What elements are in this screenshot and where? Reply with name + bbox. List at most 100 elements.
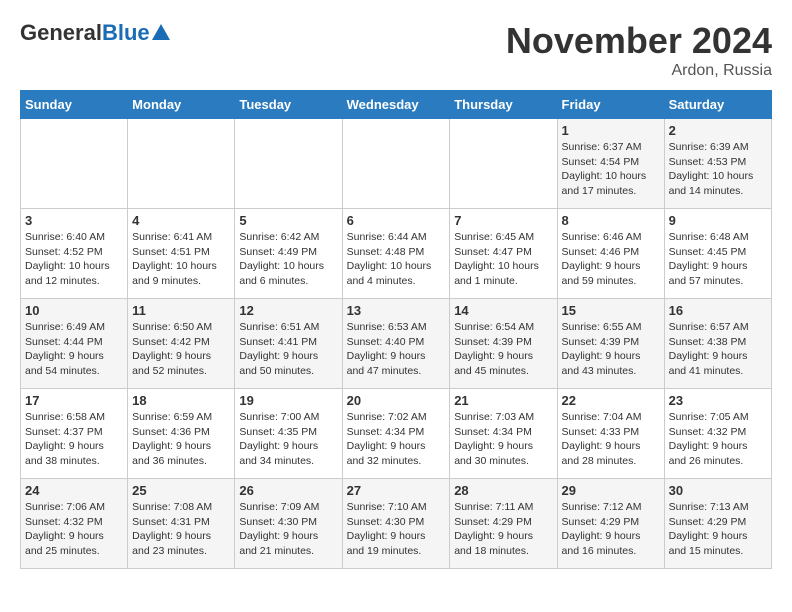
column-header-tuesday: Tuesday	[235, 91, 342, 119]
day-cell: 18Sunrise: 6:59 AMSunset: 4:36 PMDayligh…	[128, 389, 235, 479]
day-number: 15	[562, 303, 660, 318]
calendar-header-row: SundayMondayTuesdayWednesdayThursdayFrid…	[21, 91, 772, 119]
day-cell: 15 Sunrise: 6:55 AMSunset: 4:39 PMDayligh…	[557, 299, 664, 389]
day-number: 17	[25, 393, 123, 408]
day-cell: 22 Sunrise: 7:04 AMSunset: 4:33 PMDayligh…	[557, 389, 664, 479]
day-cell: 6 Sunrise: 6:44 AMSunset: 4:48 PMDaylight…	[342, 209, 450, 299]
day-number: 7	[454, 213, 552, 228]
day-cell: 11 Sunrise: 6:50 AMSunset: 4:42 PMDayligh…	[128, 299, 235, 389]
day-number: 19	[239, 393, 337, 408]
day-cell: 29 Sunrise: 7:12 AMSunset: 4:29 PMDayligh…	[557, 479, 664, 569]
day-info: Sunrise: 6:50 AMSunset: 4:42 PMDaylight:…	[132, 320, 230, 379]
day-cell: 7Sunrise: 6:45 AMSunset: 4:47 PMDaylight…	[450, 209, 557, 299]
day-info: Sunrise: 7:00 AMSunset: 4:35 PMDaylight:…	[239, 410, 337, 469]
day-cell	[235, 119, 342, 209]
day-number: 16	[669, 303, 767, 318]
day-cell: 10 Sunrise: 6:49 AMSunset: 4:44 PMDayligh…	[21, 299, 128, 389]
day-number: 8	[562, 213, 660, 228]
day-cell: 14 Sunrise: 6:54 AMSunset: 4:39 PMDayligh…	[450, 299, 557, 389]
location: Ardon, Russia	[506, 62, 772, 80]
column-header-friday: Friday	[557, 91, 664, 119]
day-info: Sunrise: 6:51 AMSunset: 4:41 PMDaylight:…	[239, 320, 337, 379]
day-number: 18	[132, 393, 230, 408]
day-info: Sunrise: 7:10 AMSunset: 4:30 PMDaylight:…	[347, 500, 446, 559]
day-info: Sunrise: 6:54 AMSunset: 4:39 PMDaylight:…	[454, 320, 552, 379]
day-number: 21	[454, 393, 552, 408]
day-number: 29	[562, 483, 660, 498]
week-row-2: 3 Sunrise: 6:40 AMSunset: 4:52 PMDaylight…	[21, 209, 772, 299]
day-cell: 9 Sunrise: 6:48 AMSunset: 4:45 PMDaylight…	[664, 209, 771, 299]
day-cell	[450, 119, 557, 209]
day-number: 28	[454, 483, 552, 498]
day-cell: 5 Sunrise: 6:42 AMSunset: 4:49 PMDaylight…	[235, 209, 342, 299]
day-number: 22	[562, 393, 660, 408]
column-header-thursday: Thursday	[450, 91, 557, 119]
day-number: 11	[132, 303, 230, 318]
day-cell: 1 Sunrise: 6:37 AMSunset: 4:54 PMDaylight…	[557, 119, 664, 209]
day-number: 12	[239, 303, 337, 318]
day-cell: 24 Sunrise: 7:06 AMSunset: 4:32 PMDayligh…	[21, 479, 128, 569]
day-number: 10	[25, 303, 123, 318]
day-info: Sunrise: 6:57 AMSunset: 4:38 PMDaylight:…	[669, 320, 767, 379]
day-number: 5	[239, 213, 337, 228]
month-title: November 2024	[506, 20, 772, 62]
column-header-monday: Monday	[128, 91, 235, 119]
day-number: 23	[669, 393, 767, 408]
day-number: 3	[25, 213, 123, 228]
day-cell: 2 Sunrise: 6:39 AMSunset: 4:53 PMDaylight…	[664, 119, 771, 209]
logo-general-text: General	[20, 20, 102, 46]
day-info: Sunrise: 6:42 AMSunset: 4:49 PMDaylight:…	[239, 230, 337, 289]
day-number: 4	[132, 213, 230, 228]
week-row-3: 10 Sunrise: 6:49 AMSunset: 4:44 PMDayligh…	[21, 299, 772, 389]
day-number: 20	[347, 393, 446, 408]
day-cell: 30Sunrise: 7:13 AMSunset: 4:29 PMDayligh…	[664, 479, 771, 569]
day-cell: 12 Sunrise: 6:51 AMSunset: 4:41 PMDayligh…	[235, 299, 342, 389]
day-info: Sunrise: 7:11 AMSunset: 4:29 PMDaylight:…	[454, 500, 552, 559]
day-info: Sunrise: 6:55 AMSunset: 4:39 PMDaylight:…	[562, 320, 660, 379]
day-number: 1	[562, 123, 660, 138]
day-info: Sunrise: 6:58 AMSunset: 4:37 PMDaylight:…	[25, 410, 123, 469]
day-number: 13	[347, 303, 446, 318]
day-info: Sunrise: 7:09 AMSunset: 4:30 PMDaylight:…	[239, 500, 337, 559]
day-number: 25	[132, 483, 230, 498]
day-number: 2	[669, 123, 767, 138]
column-header-sunday: Sunday	[21, 91, 128, 119]
day-info: Sunrise: 7:05 AMSunset: 4:32 PMDaylight:…	[669, 410, 767, 469]
day-cell: 27 Sunrise: 7:10 AMSunset: 4:30 PMDayligh…	[342, 479, 450, 569]
column-header-wednesday: Wednesday	[342, 91, 450, 119]
day-info: Sunrise: 6:37 AMSunset: 4:54 PMDaylight:…	[562, 140, 660, 199]
page-header: General Blue November 2024 Ardon, Russia	[20, 20, 772, 80]
title-block: November 2024 Ardon, Russia	[506, 20, 772, 80]
day-cell: 3 Sunrise: 6:40 AMSunset: 4:52 PMDaylight…	[21, 209, 128, 299]
week-row-1: 1 Sunrise: 6:37 AMSunset: 4:54 PMDaylight…	[21, 119, 772, 209]
day-number: 9	[669, 213, 767, 228]
day-number: 6	[347, 213, 446, 228]
day-info: Sunrise: 6:41 AMSunset: 4:51 PMDaylight:…	[132, 230, 230, 289]
day-number: 14	[454, 303, 552, 318]
day-info: Sunrise: 7:08 AMSunset: 4:31 PMDaylight:…	[132, 500, 230, 559]
day-info: Sunrise: 7:06 AMSunset: 4:32 PMDaylight:…	[25, 500, 123, 559]
day-info: Sunrise: 6:48 AMSunset: 4:45 PMDaylight:…	[669, 230, 767, 289]
day-cell: 21Sunrise: 7:03 AMSunset: 4:34 PMDayligh…	[450, 389, 557, 479]
logo-icon	[152, 24, 170, 40]
day-number: 24	[25, 483, 123, 498]
logo: General Blue	[20, 20, 170, 46]
logo-blue-text: Blue	[102, 20, 150, 46]
week-row-5: 24 Sunrise: 7:06 AMSunset: 4:32 PMDayligh…	[21, 479, 772, 569]
day-info: Sunrise: 7:12 AMSunset: 4:29 PMDaylight:…	[562, 500, 660, 559]
day-cell: 25 Sunrise: 7:08 AMSunset: 4:31 PMDayligh…	[128, 479, 235, 569]
day-info: Sunrise: 7:04 AMSunset: 4:33 PMDaylight:…	[562, 410, 660, 469]
day-number: 30	[669, 483, 767, 498]
day-number: 27	[347, 483, 446, 498]
day-cell: 17 Sunrise: 6:58 AMSunset: 4:37 PMDayligh…	[21, 389, 128, 479]
day-info: Sunrise: 6:40 AMSunset: 4:52 PMDaylight:…	[25, 230, 123, 289]
day-cell: 16 Sunrise: 6:57 AMSunset: 4:38 PMDayligh…	[664, 299, 771, 389]
week-row-4: 17 Sunrise: 6:58 AMSunset: 4:37 PMDayligh…	[21, 389, 772, 479]
day-info: Sunrise: 6:44 AMSunset: 4:48 PMDaylight:…	[347, 230, 446, 289]
day-cell	[21, 119, 128, 209]
day-info: Sunrise: 7:02 AMSunset: 4:34 PMDaylight:…	[347, 410, 446, 469]
day-info: Sunrise: 6:39 AMSunset: 4:53 PMDaylight:…	[669, 140, 767, 199]
day-cell: 20 Sunrise: 7:02 AMSunset: 4:34 PMDayligh…	[342, 389, 450, 479]
day-cell: 13Sunrise: 6:53 AMSunset: 4:40 PMDayligh…	[342, 299, 450, 389]
day-info: Sunrise: 6:49 AMSunset: 4:44 PMDaylight:…	[25, 320, 123, 379]
